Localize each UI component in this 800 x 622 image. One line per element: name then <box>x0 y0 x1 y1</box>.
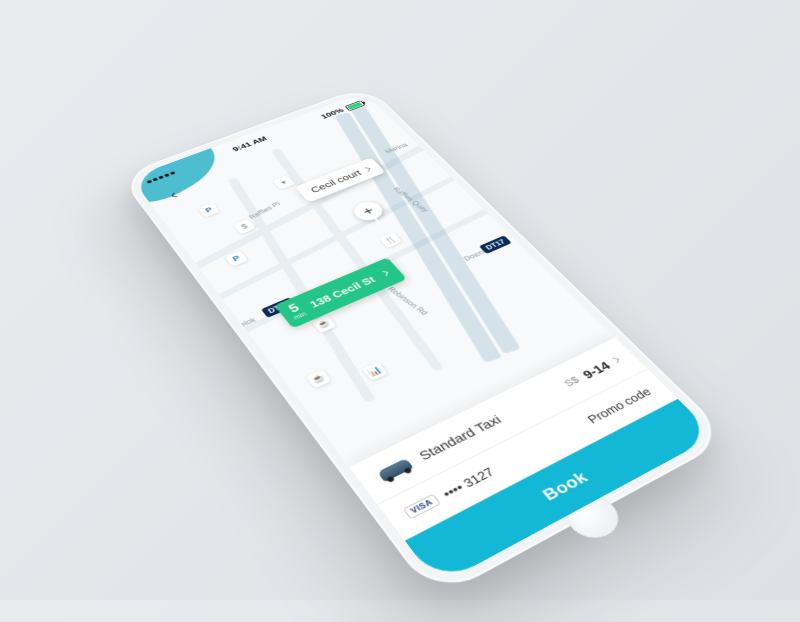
poi-cafe-icon: ☕ <box>306 369 332 389</box>
destination-callout[interactable]: Cecil court <box>295 157 386 202</box>
chevron-right-icon <box>612 358 619 364</box>
fare-range: 9-14 <box>579 359 613 381</box>
poi-cafe-icon: ☕ <box>312 315 337 333</box>
payment-row[interactable]: VISA •••• 3127 Promo code <box>378 369 678 541</box>
chevron-right-icon <box>364 167 371 171</box>
card-brand-badge: VISA <box>403 494 441 520</box>
metro-badge-dt18: DT18 <box>261 297 296 318</box>
poi-chart-icon: 📊 <box>362 362 388 381</box>
fare-estimate: S$ 9-14 <box>561 354 623 390</box>
map[interactable]: Raffles Pl Raffles Quay Robinson Rd Mari… <box>131 92 616 467</box>
pickup-address: 138 Cecil St <box>307 274 377 310</box>
road-label-telok: elok <box>238 316 258 329</box>
map-center-pin[interactable]: + <box>349 199 387 224</box>
destination-label: Cecil court <box>308 168 363 194</box>
screen: 9:41 AM 100% <box>131 92 716 585</box>
chevron-left-icon <box>172 193 179 197</box>
chevron-right-icon <box>381 271 388 276</box>
poi-restaurant-icon: 🍴 <box>379 232 403 248</box>
metro-badge-dt17: DT17 <box>479 235 512 254</box>
taxi-icon <box>373 454 417 485</box>
battery-icon <box>344 100 365 111</box>
parking-icon: P <box>198 202 221 217</box>
road-label-robinson: Robinson Rd <box>386 285 429 316</box>
card-mask: •••• 3127 <box>440 465 497 501</box>
booking-panel: Standard Taxi S$ 9-14 VISA •••• 3127 Pro… <box>349 338 715 586</box>
vehicle-name: Standard Taxi <box>416 412 504 462</box>
pickup-eta: 5 min <box>285 302 308 321</box>
phone-frame: 9:41 AM 100% <box>119 85 732 600</box>
eta-unit: min <box>293 311 308 321</box>
fare-currency: S$ <box>563 375 582 389</box>
vehicle-row[interactable]: Standard Taxi S$ 9-14 <box>349 338 647 505</box>
promo-code-link[interactable]: Promo code <box>585 385 655 426</box>
book-button[interactable]: Book <box>405 399 715 585</box>
eta-value: 5 <box>287 302 303 315</box>
